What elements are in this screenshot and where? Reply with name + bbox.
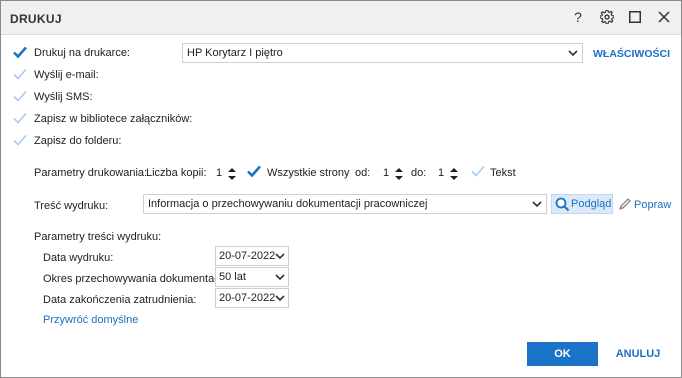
all-pages-checkbox[interactable] bbox=[246, 163, 262, 179]
chevron-down-icon bbox=[275, 295, 285, 302]
dialog-title: DRUKUJ bbox=[10, 12, 62, 26]
pencil-icon[interactable] bbox=[617, 196, 633, 212]
sms-checkbox[interactable] bbox=[12, 88, 28, 104]
from-value: 1 bbox=[382, 167, 390, 179]
preview-label: Podgląd bbox=[571, 198, 612, 210]
spin-arrows-icon[interactable] bbox=[227, 165, 237, 183]
print-params-label: Parametry drukowania: bbox=[34, 167, 148, 179]
content-value: Informacja o przechowywaniu dokumentacji… bbox=[148, 198, 428, 210]
print-dialog: DRUKUJ ? Drukuj na drukarce: Wyślij e-ma… bbox=[0, 0, 682, 378]
help-button[interactable]: ? bbox=[567, 6, 589, 28]
print-checkbox[interactable] bbox=[12, 44, 28, 60]
printer-properties-link[interactable]: WŁAŚCIWOŚCI bbox=[593, 48, 670, 60]
title-bar: DRUKUJ ? bbox=[1, 1, 681, 35]
retention-label: Okres przechowywania dokumentacji: bbox=[43, 273, 228, 285]
folder-label: Zapisz do folderu: bbox=[34, 135, 122, 147]
edit-link[interactable]: Popraw bbox=[634, 199, 671, 211]
sms-label: Wyślij SMS: bbox=[34, 91, 93, 103]
text-label: Tekst bbox=[490, 167, 516, 179]
content-params-heading: Parametry treści wydruku: bbox=[34, 231, 162, 243]
attachments-checkbox[interactable] bbox=[12, 110, 28, 126]
chevron-down-icon bbox=[532, 201, 542, 208]
print-date-label: Data wydruku: bbox=[43, 252, 114, 264]
print-date-picker[interactable]: 20-07-2022 bbox=[215, 246, 289, 266]
content-select[interactable]: Informacja o przechowywaniu dokumentacji… bbox=[143, 194, 547, 214]
employment-end-value: 20-07-2022 bbox=[219, 292, 276, 304]
print-date-value: 20-07-2022 bbox=[219, 250, 276, 262]
gear-icon bbox=[600, 10, 614, 24]
print-label: Drukuj na drukarce: bbox=[34, 47, 130, 59]
restore-defaults-link[interactable]: Przywróć domyślne bbox=[43, 314, 138, 326]
copies-value: 1 bbox=[215, 167, 223, 179]
settings-button[interactable] bbox=[596, 6, 618, 28]
content-label: Treść wydruku: bbox=[34, 200, 109, 212]
copies-label: Liczba kopii: bbox=[146, 167, 207, 179]
to-value: 1 bbox=[437, 167, 445, 179]
to-stepper[interactable]: 1 bbox=[436, 164, 460, 184]
copies-stepper[interactable]: 1 bbox=[214, 164, 238, 184]
spin-arrows-icon[interactable] bbox=[394, 165, 404, 183]
magnifier-icon bbox=[555, 197, 570, 212]
retention-select[interactable]: 50 lat bbox=[215, 267, 289, 287]
chevron-down-icon bbox=[275, 274, 285, 281]
preview-button[interactable]: Podgląd bbox=[551, 194, 613, 214]
close-button[interactable] bbox=[653, 6, 675, 28]
retention-value: 50 lat bbox=[219, 271, 246, 283]
ok-button[interactable]: OK bbox=[527, 342, 598, 366]
email-checkbox[interactable] bbox=[12, 66, 28, 82]
from-label: od: bbox=[355, 167, 371, 179]
to-label: do: bbox=[411, 167, 427, 179]
cancel-button[interactable]: ANULUJ bbox=[610, 342, 666, 366]
maximize-icon bbox=[629, 11, 641, 23]
printer-select[interactable]: HP Korytarz I piętro bbox=[182, 43, 583, 63]
all-pages-label: Wszystkie strony bbox=[267, 167, 350, 179]
from-stepper[interactable]: 1 bbox=[381, 164, 405, 184]
email-label: Wyślij e-mail: bbox=[34, 69, 99, 81]
maximize-button[interactable] bbox=[624, 6, 646, 28]
chevron-down-icon bbox=[275, 253, 285, 260]
chevron-down-icon bbox=[568, 50, 578, 57]
folder-checkbox[interactable] bbox=[12, 132, 28, 148]
text-checkbox[interactable] bbox=[470, 163, 486, 179]
employment-end-label: Data zakończenia zatrudnienia: bbox=[43, 294, 197, 306]
close-icon bbox=[658, 11, 670, 23]
spin-arrows-icon[interactable] bbox=[449, 165, 459, 183]
printer-value: HP Korytarz I piętro bbox=[187, 47, 283, 59]
attachments-label: Zapisz w bibliotece załączników: bbox=[34, 113, 193, 125]
employment-end-picker[interactable]: 20-07-2022 bbox=[215, 288, 289, 308]
